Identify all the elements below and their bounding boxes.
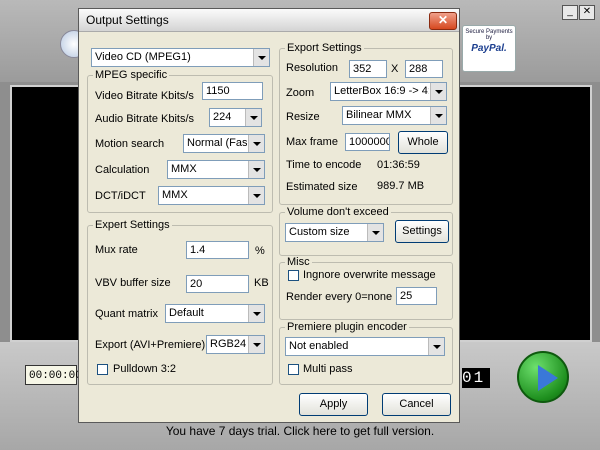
misc-legend: Misc [285,256,312,268]
calculation-value: MMX [171,163,197,175]
video-bitrate-label: Video Bitrate Kbits/s [95,90,194,102]
vbv-label: VBV buffer size [95,277,171,289]
quant-matrix-select[interactable]: Default [165,304,265,323]
output-settings-dialog: Output Settings ✕ Video CD (MPEG1) MPEG … [78,8,460,423]
audio-bitrate-value: 224 [213,111,232,123]
quant-matrix-value: Default [169,307,204,319]
resolution-x: X [391,63,399,75]
audio-bitrate-label: Audio Bitrate Kbits/s [95,113,195,125]
chevron-down-icon [248,135,264,152]
chevron-down-icon [367,224,383,241]
chevron-down-icon [248,305,264,322]
dct-label: DCT/iDCT [95,190,146,202]
chevron-down-icon [245,109,261,126]
resize-select[interactable]: Bilinear MMX [342,106,447,125]
minimize-button[interactable]: _ [562,5,578,20]
expert-legend: Expert Settings [93,219,172,231]
volume-legend: Volume don't exceed [285,206,391,218]
zoom-select[interactable]: LetterBox 16:9 -> 4:3 [330,82,447,101]
render-every-input[interactable]: 25 [396,287,437,305]
chevron-down-icon [253,49,269,66]
chevron-down-icon [430,107,446,124]
mux-unit: % [255,245,265,257]
dct-select[interactable]: MMX [158,186,265,205]
resolution-width-input[interactable]: 352 [349,60,387,78]
chevron-down-icon [428,338,444,355]
app-close-button[interactable]: ✕ [579,5,595,20]
motion-search-value: Normal (Fast [187,137,247,149]
motion-search-label: Motion search [95,138,165,150]
calculation-select[interactable]: MMX [167,160,265,179]
pulldown-label: Pulldown 3:2 [113,363,176,375]
dialog-close-button[interactable]: ✕ [429,12,457,30]
chevron-down-icon [248,161,264,178]
premiere-value: Not enabled [289,340,349,352]
export-legend: Export Settings [285,42,364,54]
zoom-value: LetterBox 16:9 -> 4:3 [334,85,429,97]
zoom-label: Zoom [286,87,315,99]
frame-counter: 01 [462,368,490,388]
format-value: Video CD (MPEG1) [95,51,191,63]
pulldown-checkbox[interactable] [97,364,108,375]
mux-rate-label: Mux rate [95,244,138,256]
motion-search-select[interactable]: Normal (Fast [183,134,265,153]
mux-rate-input[interactable]: 1.4 [186,241,249,259]
chevron-down-icon [430,83,446,100]
estimated-size-label: Estimated size [286,181,358,193]
resize-label: Resize [286,111,320,123]
time-to-encode-label: Time to encode [286,159,362,171]
multi-pass-checkbox[interactable] [288,364,299,375]
premiere-legend: Premiere plugin encoder [285,321,409,333]
export-format-value: RGB24 [210,338,247,350]
apply-button[interactable]: Apply [299,393,368,416]
export-format-select[interactable]: RGB24 [206,335,265,354]
max-frame-input[interactable]: 1000000 [345,133,390,151]
max-frame-label: Max frame [286,136,338,148]
calculation-label: Calculation [95,164,150,176]
volume-value: Custom size [289,226,350,238]
estimated-size-value: 989.7 MB [377,180,425,192]
dialog-title: Output Settings [86,13,169,27]
time-to-encode-value: 01:36:59 [377,159,420,171]
vbv-input[interactable]: 20 [186,275,249,293]
dct-value: MMX [162,189,188,201]
paypal-line2: by [485,35,493,41]
chevron-down-icon [248,336,264,353]
export-format-label: Export (AVI+Premiere) [95,339,206,351]
format-select[interactable]: Video CD (MPEG1) [91,48,270,67]
ignore-overwrite-label: Ingnore overwrite message [303,269,436,281]
mpeg-legend: MPEG specific [93,69,170,81]
premiere-select[interactable]: Not enabled [285,337,445,356]
volume-select[interactable]: Custom size [285,223,384,242]
resize-value: Bilinear MMX [346,109,412,121]
ignore-overwrite-checkbox[interactable] [288,270,299,281]
time-display[interactable]: 00:00:00 [25,365,82,385]
paypal-logo: PayPal. [471,43,507,54]
trial-link[interactable]: You have 7 days trial. Click here to get… [80,424,520,438]
dialog-titlebar[interactable]: Output Settings ✕ [79,9,459,32]
render-every-label: Render every 0=none [286,291,393,303]
resolution-label: Resolution [286,62,338,74]
multi-pass-label: Multi pass [303,363,353,375]
quant-matrix-label: Quant matrix [95,308,158,320]
premiere-group [279,327,453,385]
paypal-badge[interactable]: Secure Payments by PayPal. [462,25,516,72]
resolution-height-input[interactable]: 288 [405,60,443,78]
play-icon[interactable] [517,351,569,403]
vbv-unit: KB [254,277,269,289]
cancel-button[interactable]: Cancel [382,393,451,416]
video-bitrate-input[interactable]: 1150 [202,82,263,100]
whole-button[interactable]: Whole [398,131,448,154]
chevron-down-icon [248,187,264,204]
audio-bitrate-select[interactable]: 224 [209,108,262,127]
volume-settings-button[interactable]: Settings [395,220,449,243]
